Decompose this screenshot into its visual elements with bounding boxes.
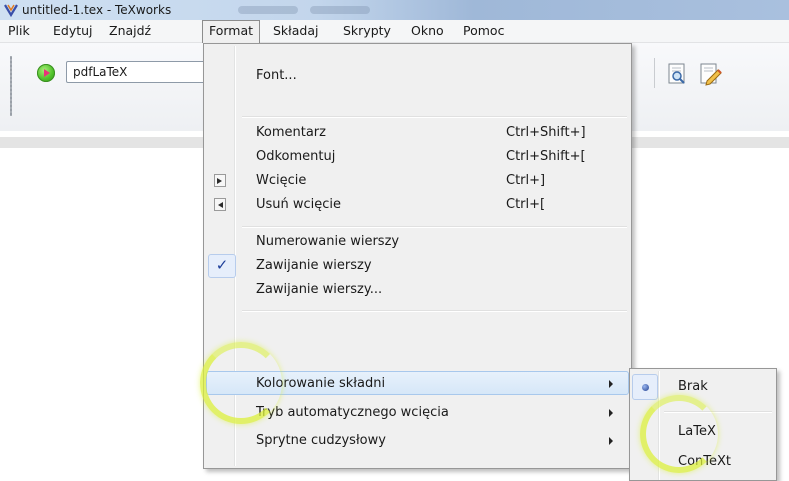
menu-item-label: Tryb automatycznego wcięcia <box>256 405 449 420</box>
window-title-bar[interactable]: untitled-1.tex - TeXworks <box>0 0 789 20</box>
menu-znajdz[interactable]: Znajdź <box>103 20 157 42</box>
engine-select[interactable]: pdfLaTeX <box>66 61 216 83</box>
menu-format[interactable]: Format <box>202 20 261 43</box>
submenu-arrow-icon <box>609 380 613 388</box>
submenu-arrow-icon <box>609 409 613 417</box>
menu-skrypty[interactable]: Skrypty <box>337 20 397 42</box>
menu-item-label: Komentarz <box>256 125 326 140</box>
menu-item-shortcut: Ctrl+[ <box>506 197 546 212</box>
menu-item-label: Wcięcie <box>256 173 307 188</box>
menu-item-label: Usuń wcięcie <box>256 197 342 212</box>
menu-item-smart-quotes[interactable]: Sprytne cudzysłowy <box>206 429 629 453</box>
menu-item-label: Font... <box>256 68 297 83</box>
menu-item-uncomment[interactable]: Odkomentuj Ctrl+Shift+[ <box>206 145 629 169</box>
submenu-arrow-icon <box>609 437 613 445</box>
menu-item-label: Odkomentuj <box>256 149 336 164</box>
toolbar-separator <box>654 58 655 88</box>
window-title: untitled-1.tex - TeXworks <box>22 3 172 17</box>
menu-item-comment[interactable]: Komentarz Ctrl+Shift+] <box>206 121 629 145</box>
menu-pomoc[interactable]: Pomoc <box>457 20 510 42</box>
menu-okno[interactable]: Okno <box>405 20 450 42</box>
menu-edytuj[interactable]: Edytuj <box>47 20 99 42</box>
menu-item-label: Numerowanie wierszy <box>256 234 400 249</box>
menu-plik[interactable]: Plik <box>2 20 36 42</box>
menu-item-shortcut: Ctrl+Shift+] <box>506 125 586 140</box>
menu-separator <box>242 310 627 312</box>
submenu-item-brak[interactable]: Brak <box>632 374 774 400</box>
unindent-icon <box>214 198 226 211</box>
menu-skladaj[interactable]: Składaj <box>267 20 324 42</box>
menu-item-shortcut: Ctrl+Shift+[ <box>506 149 586 164</box>
indent-icon <box>214 174 226 187</box>
menu-separator <box>242 116 627 118</box>
texworks-app-icon <box>4 4 18 18</box>
menu-item-label: Zawijanie wierszy <box>256 258 372 273</box>
menu-bar: Plik Edytuj Znajdź Format Składaj Skrypt… <box>0 20 789 43</box>
click-highlight-ring <box>640 395 718 473</box>
menu-item-label: Sprytne cudzysłowy <box>256 433 386 448</box>
radio-selected-icon <box>642 384 649 391</box>
checkmark-icon: ✓ <box>215 256 229 274</box>
title-bar-blur <box>238 6 298 14</box>
toolbar-grip[interactable] <box>10 56 12 116</box>
menu-item-unindent[interactable]: Usuń wcięcie Ctrl+[ <box>206 193 629 217</box>
menu-separator <box>242 226 627 228</box>
menu-item-label: Zawijanie wierszy... <box>256 282 383 297</box>
radio-box <box>632 374 658 400</box>
preview-search-icon[interactable] <box>664 61 690 87</box>
edit-pencil-icon[interactable] <box>697 61 723 87</box>
menu-item-line-numbers[interactable]: Numerowanie wierszy <box>206 230 629 254</box>
menu-item-shortcut: Ctrl+] <box>506 173 546 188</box>
typeset-icon[interactable] <box>37 64 55 82</box>
menu-item-font[interactable]: Font... <box>206 64 629 88</box>
click-highlight-ring <box>200 342 282 424</box>
menu-item-indent[interactable]: Wcięcie Ctrl+] <box>206 169 629 193</box>
menu-item-wrap-lines[interactable]: ✓ Zawijanie wierszy <box>206 254 629 278</box>
menu-item-wrap-lines-dialog[interactable]: Zawijanie wierszy... <box>206 278 629 302</box>
title-bar-blur <box>310 6 370 14</box>
